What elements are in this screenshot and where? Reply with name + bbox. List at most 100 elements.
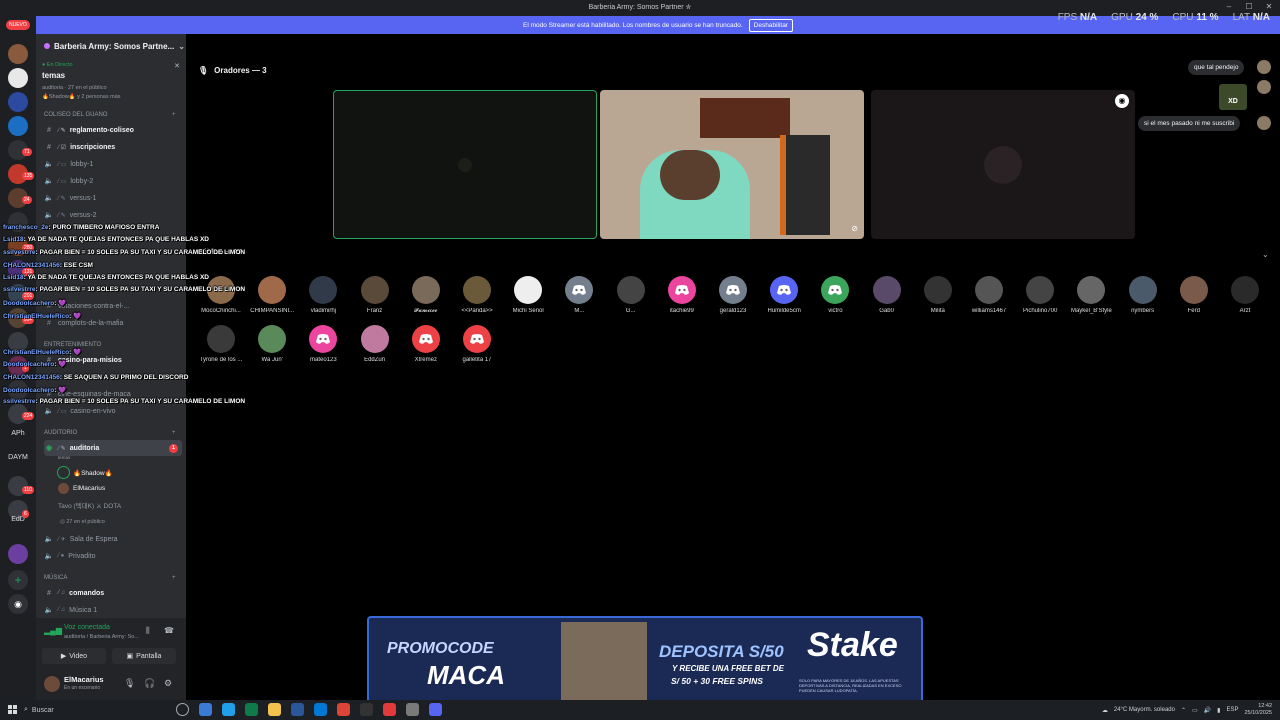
category-auditorio[interactable]: AUDITORIO + (44, 430, 176, 436)
audience-member[interactable]: Humilde5cm (759, 276, 809, 314)
channel-lobby-2[interactable]: 🔈 ⁄ ▭ lobby-2 (44, 173, 182, 189)
app-icon[interactable] (245, 703, 258, 716)
app-icon[interactable] (360, 703, 373, 716)
taskbar-search[interactable]: ⌕ Buscar (24, 704, 164, 716)
speaker-tile[interactable]: ◉ (871, 90, 1135, 239)
audience-member[interactable]: victro (810, 276, 860, 314)
add-channel-icon[interactable]: + (172, 112, 176, 118)
channel-reglamento[interactable]: # ⁄ ✎ reglamento-coliseo (44, 122, 182, 138)
server-icon[interactable] (8, 116, 28, 136)
audience-member[interactable]: 𝓕𝓪𝓶𝓲𝓬𝓮𝓸 (401, 276, 451, 315)
screen-share-button[interactable]: ▣ Pantalla (112, 648, 176, 664)
disable-streamer-button[interactable]: Deshabilitar (748, 18, 793, 32)
battery-icon[interactable]: ▮ (1217, 707, 1220, 714)
close-icon[interactable]: ✕ (1264, 2, 1274, 12)
video-button[interactable]: ▶ Video (42, 648, 106, 664)
audience-member[interactable]: CHIMPANSINI... (247, 276, 297, 314)
disconnect-icon[interactable]: ☎ (164, 626, 174, 635)
channel-versus-1[interactable]: 🔈 ⁄ ✎ versus-1 (44, 190, 182, 206)
category-coliseo[interactable]: COLISEO DEL GUANO + (44, 112, 176, 118)
volume-icon[interactable]: 🔊 (1204, 707, 1211, 714)
audience-member[interactable]: williams1467 (964, 276, 1014, 314)
audience-member[interactable]: galletita 17 (452, 325, 502, 363)
app-icon[interactable] (291, 703, 304, 716)
channel-inscripciones[interactable]: # ⁄ ☑ inscripciones (44, 139, 182, 155)
app-icon[interactable] (222, 703, 235, 716)
audience-member[interactable]: nymbers (1118, 276, 1168, 314)
add-channel-icon[interactable]: + (172, 575, 176, 581)
audience-member[interactable]: Pichulino700 (1015, 276, 1065, 314)
audience-member[interactable]: Gab0 (862, 276, 912, 314)
minimize-icon[interactable]: – (1224, 2, 1234, 12)
weather[interactable]: 24°C Mayorm. soleado (1114, 707, 1175, 713)
server-icon[interactable] (8, 92, 28, 112)
language[interactable]: ESP (1226, 707, 1238, 713)
audience-member[interactable]: Xtremez (401, 325, 451, 363)
server-icon[interactable] (8, 68, 28, 88)
folder-icon[interactable] (268, 703, 281, 716)
chevron-up-icon[interactable]: ⌃ (1181, 707, 1186, 714)
channel-musica-1[interactable]: 🔈 ⁄ ♫ Música 1 (44, 602, 182, 618)
audience-member[interactable]: MocoChinchi... (196, 276, 246, 314)
audience-count[interactable]: ◎ 27 en el público (60, 519, 105, 525)
voice-location[interactable]: auditoria / Barberia Army: So... (64, 634, 139, 640)
close-icon[interactable]: ✕ (174, 62, 180, 70)
audience-member[interactable]: G... (606, 276, 656, 314)
audience-member[interactable]: itachie99 (657, 276, 707, 314)
channel-versus-2[interactable]: 🔈 ⁄ ✎ versus-2 (44, 207, 182, 223)
channel-comandos[interactable]: # ⁄ ♫ comandos (44, 585, 182, 601)
voice-user[interactable]: Tavo (텍대K) ⚔ DOTA (58, 500, 121, 510)
live-stage-card[interactable]: ● En Directo temas auditoria · 27 en el … (42, 62, 180, 100)
server-icon[interactable] (8, 544, 28, 564)
app-icon[interactable] (406, 703, 419, 716)
server-header[interactable]: Barberia Army: Somos Partne... ⌄ (44, 42, 185, 51)
audience-member[interactable]: EddZun (350, 325, 400, 363)
gear-icon[interactable]: ⚙ (164, 678, 172, 689)
add-server-icon[interactable]: + (8, 570, 28, 590)
channel-sala-de-espera[interactable]: 🔈 ⁄ ✈ Sala de Espera (44, 531, 182, 547)
server-label-daym[interactable]: DAYM (2, 454, 34, 461)
audience-member[interactable]: Maykel_B'Style (1066, 276, 1116, 314)
server-label-edd[interactable]: EdD (2, 516, 34, 523)
speaker-video-tile[interactable]: ⊘ (600, 90, 864, 239)
audience-member[interactable]: Michi Señol (503, 276, 553, 314)
app-icon[interactable] (199, 703, 212, 716)
category-musica[interactable]: MÚSICA + (44, 575, 176, 581)
audience-member[interactable]: Franz (350, 276, 400, 314)
username[interactable]: ElMacarius (64, 675, 104, 684)
audience-member[interactable]: M... (554, 276, 604, 314)
audience-member[interactable]: gerald123 (708, 276, 758, 314)
channel-casino-en-vivo[interactable]: 🔈 ⁄ ▭ casino-en-vivo (44, 403, 182, 419)
network-icon[interactable]: ▭ (1192, 707, 1198, 714)
app-icon[interactable] (314, 703, 327, 716)
maximize-icon[interactable]: ☐ (1244, 2, 1254, 12)
microphone-icon[interactable]: 🎙 (124, 678, 135, 689)
speaker-tile[interactable] (333, 90, 597, 239)
noise-suppression-icon[interactable]: ⫼ (146, 626, 150, 636)
audience-member[interactable]: mateo123 (298, 325, 348, 363)
avatar[interactable] (44, 676, 60, 692)
clock[interactable]: 12:42 25/10/2025 (1244, 703, 1272, 717)
explore-icon[interactable]: ◉ (8, 594, 28, 614)
windows-start-icon[interactable] (8, 705, 17, 714)
channel-privadito[interactable]: 🔈 ⁄ ● Privadito (44, 548, 182, 564)
signal-icon[interactable]: ▂▄▆ (44, 626, 62, 635)
audience-member[interactable]: Milita (913, 276, 963, 314)
add-channel-icon[interactable]: + (172, 430, 176, 436)
audience-member[interactable]: Ferd (1169, 276, 1219, 314)
app-icon[interactable] (383, 703, 396, 716)
audience-member[interactable]: Wa Jun' (247, 325, 297, 363)
audience-member[interactable]: vladimirhj (298, 276, 348, 314)
headphones-icon[interactable]: 🎧 (144, 678, 155, 689)
voice-user[interactable]: 🔥Shadow🔥 (58, 467, 113, 478)
pin-icon[interactable]: ◉ (1115, 94, 1129, 108)
channel-auditoria[interactable]: ◉ ⁄ ✎ auditoria 1 (44, 440, 182, 456)
chrome-icon[interactable] (337, 703, 350, 716)
voice-user[interactable]: ElMacarius (58, 483, 105, 494)
server-label-aph[interactable]: APh (2, 430, 34, 437)
audience-member[interactable]: <<Panda>> (452, 276, 502, 314)
channel-lobby-1[interactable]: 🔈 ⁄ ▭ lobby-1 (44, 156, 182, 172)
server-icon[interactable] (8, 44, 28, 64)
discord-icon[interactable] (429, 703, 442, 716)
audience-member[interactable]: Arzt (1220, 276, 1270, 314)
